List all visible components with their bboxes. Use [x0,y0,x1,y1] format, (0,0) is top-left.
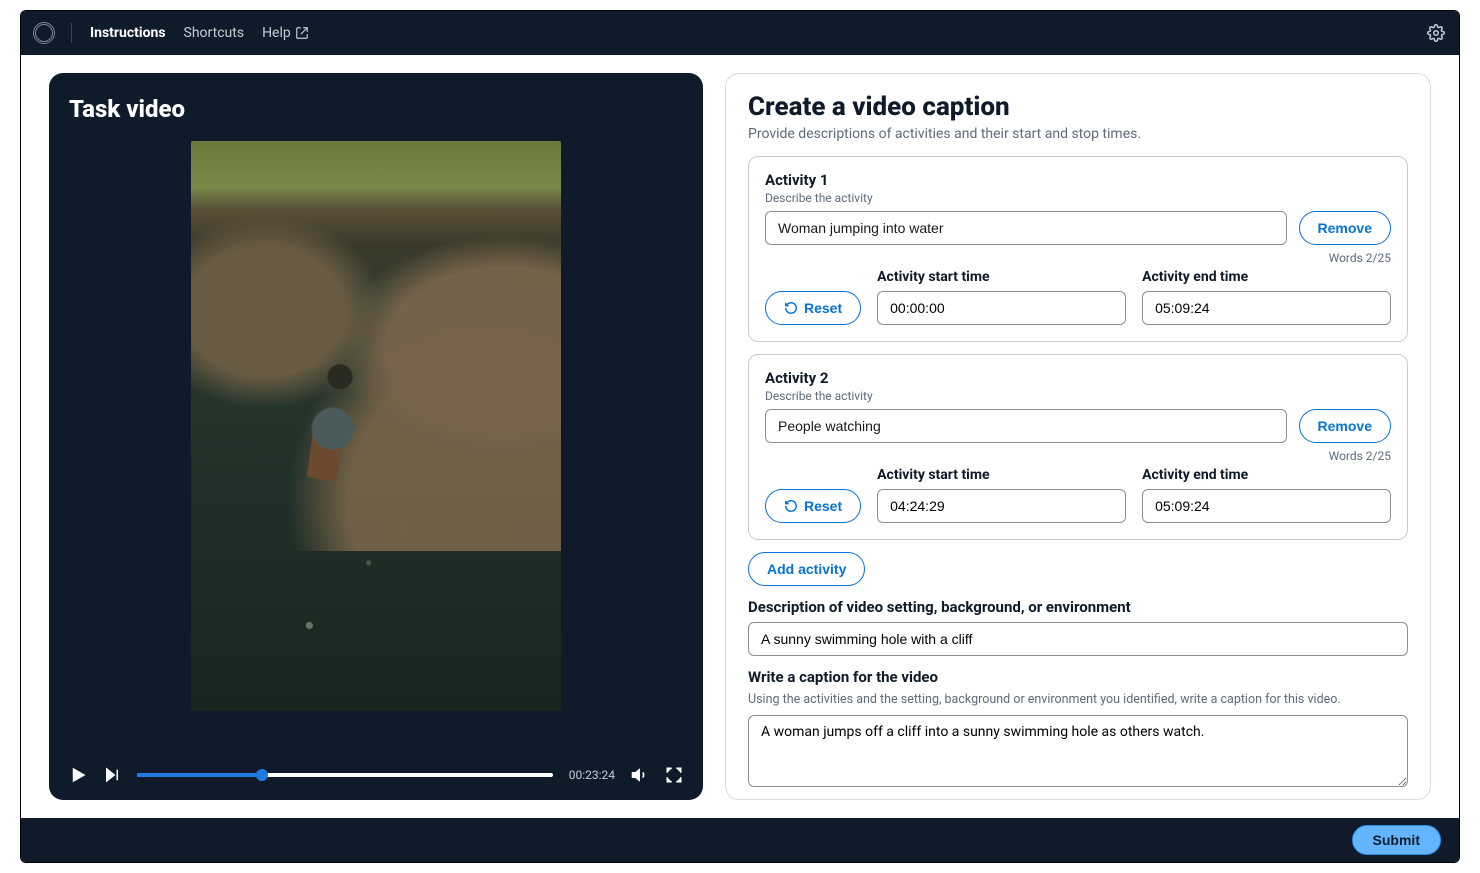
reset-label: Reset [804,498,842,514]
start-time-label: Activity start time [877,467,1126,483]
nav-instructions[interactable]: Instructions [90,25,166,41]
topbar-divider [71,23,72,43]
progress-thumb[interactable] [256,769,268,781]
topbar: Instructions Shortcuts Help [21,11,1459,55]
activity-title: Activity 1 [765,171,1391,189]
start-time-label: Activity start time [877,269,1126,285]
nav-shortcuts[interactable]: Shortcuts [184,25,245,41]
form-heading: Create a video caption [748,92,1408,122]
describe-label: Describe the activity [765,191,1391,205]
volume-icon[interactable] [631,766,649,784]
activity-card: Activity 2 Describe the activity Remove … [748,354,1408,540]
progress-filled [137,773,262,777]
progress-bar[interactable] [137,773,553,777]
end-time-input[interactable] [1142,291,1391,325]
nav-help-label: Help [262,25,291,41]
form-subtitle: Provide descriptions of activities and t… [748,126,1408,142]
reset-label: Reset [804,300,842,316]
caption-helper: Using the activities and the setting, ba… [748,692,1408,707]
activity-description-input[interactable] [765,211,1287,245]
end-time-input[interactable] [1142,489,1391,523]
undo-icon [784,301,798,315]
skip-forward-icon[interactable] [103,766,121,784]
setting-input[interactable] [748,622,1408,656]
word-count: Words 2/25 [765,449,1391,463]
video-frame [69,141,683,748]
logo-icon [35,24,53,42]
setting-label: Description of video setting, background… [748,598,1408,616]
activity-title: Activity 2 [765,369,1391,387]
start-time-input[interactable] [877,291,1126,325]
activity-card: Activity 1 Describe the activity Remove … [748,156,1408,342]
undo-icon [784,499,798,513]
video-controls: 00:23:24 [69,748,683,784]
describe-label: Describe the activity [765,389,1391,403]
video-panel: Task video 00:23:24 [49,73,703,800]
submit-button[interactable]: Submit [1352,825,1441,855]
remove-button[interactable]: Remove [1299,409,1391,443]
video-time: 00:23:24 [569,768,615,782]
remove-button[interactable]: Remove [1299,211,1391,245]
gear-icon[interactable] [1427,24,1445,42]
caption-label: Write a caption for the video [748,668,1408,686]
external-link-icon [295,26,309,40]
reset-button[interactable]: Reset [765,291,861,325]
caption-textarea[interactable] [748,715,1408,787]
play-icon[interactable] [69,766,87,784]
video-title: Task video [69,95,683,123]
end-time-label: Activity end time [1142,467,1391,483]
nav-help[interactable]: Help [262,25,309,41]
start-time-input[interactable] [877,489,1126,523]
activity-description-input[interactable] [765,409,1287,443]
form-panel: Create a video caption Provide descripti… [725,73,1431,800]
end-time-label: Activity end time [1142,269,1391,285]
reset-button[interactable]: Reset [765,489,861,523]
fullscreen-icon[interactable] [665,766,683,784]
word-count: Words 2/25 [765,251,1391,265]
video-thumbnail[interactable] [191,141,561,711]
add-activity-button[interactable]: Add activity [748,552,865,586]
footer-bar: Submit [21,818,1459,862]
